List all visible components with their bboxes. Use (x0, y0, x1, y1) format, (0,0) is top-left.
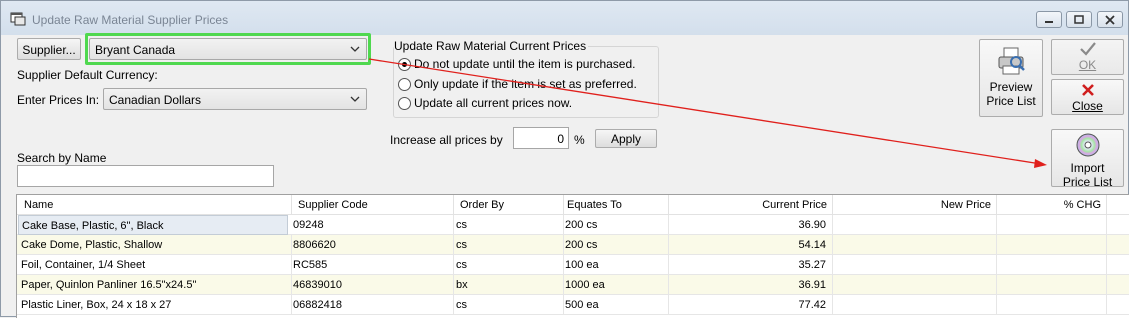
minimize-icon (1045, 21, 1053, 23)
cell-pct-chg (997, 235, 1107, 255)
cell-order-by[interactable]: cs (454, 215, 564, 235)
cell-supplier-code[interactable]: 09248 (292, 215, 454, 235)
cell-equates-to[interactable]: 200 cs (564, 235, 669, 255)
cell-pct-chg (997, 275, 1107, 295)
cell-new-price[interactable] (833, 255, 997, 275)
title-bar: Update Raw Material Supplier Prices (1, 1, 1128, 35)
cell-current-price[interactable]: 36.91 (669, 275, 833, 295)
cell-new-price[interactable] (833, 275, 997, 295)
cell-current-price[interactable]: 77.42 (669, 295, 833, 315)
col-header-current-price[interactable]: Current Price (669, 195, 833, 215)
cell-name[interactable]: Paper, Quinlon Panliner 16.5"x24.5" (17, 275, 292, 295)
close-icon (1105, 15, 1115, 25)
window-close-button[interactable] (1097, 11, 1123, 28)
table-row[interactable]: Cake Base, Plastic, 6", Black 09248 cs 2… (17, 215, 1129, 235)
col-header-name[interactable]: Name (17, 195, 292, 215)
cell-new-price[interactable] (833, 215, 997, 235)
window-icon (10, 12, 26, 26)
cell-pct-chg (997, 215, 1107, 235)
cell-new-price[interactable] (833, 295, 997, 315)
table-row[interactable]: Paper, Quinlon Panliner 16.5"x24.5" 4683… (17, 275, 1129, 295)
cell-current-price[interactable]: 36.90 (669, 215, 833, 235)
cell-order-by[interactable]: cs (454, 235, 564, 255)
cell-pct-chg (997, 295, 1107, 315)
cell-order-by[interactable]: cs (454, 295, 564, 315)
app-window: Update Raw Material Supplier Prices Supp… (0, 0, 1129, 318)
cell-supplier-code[interactable]: 8806620 (292, 235, 454, 255)
cell-order-by[interactable]: bx (454, 275, 564, 295)
cell-name[interactable]: Cake Base, Plastic, 6", Black (18, 215, 288, 235)
table-row[interactable]: Cake Dome, Plastic, Shallow 8806620 cs 2… (17, 235, 1129, 255)
col-header-new-price[interactable]: New Price (833, 195, 997, 215)
cell-supplier-code[interactable]: 46839010 (292, 275, 454, 295)
col-header-order-by[interactable]: Order By (454, 195, 564, 215)
col-header-pct-chg[interactable]: % CHG (997, 195, 1107, 215)
cell-current-price[interactable]: 54.14 (669, 235, 833, 255)
dialog-content: Supplier... Bryant Canada Supplier Defau… (1, 33, 1129, 318)
cell-name[interactable]: Foil, Container, 1/4 Sheet (17, 255, 292, 275)
cell-name[interactable]: Plastic Liner, Box, 24 x 18 x 27 (17, 295, 292, 315)
cell-new-price[interactable] (833, 235, 997, 255)
maximize-icon (1074, 15, 1084, 24)
cell-equates-to[interactable]: 500 ea (564, 295, 669, 315)
table-header: Name Supplier Code Order By Equates To C… (17, 195, 1129, 215)
table-row[interactable]: Foil, Container, 1/4 Sheet RC585 cs 100 … (17, 255, 1129, 275)
table-row[interactable]: Plastic Liner, Box, 24 x 18 x 27 0688241… (17, 295, 1129, 315)
cell-pct-chg (997, 255, 1107, 275)
cell-supplier-code[interactable]: RC585 (292, 255, 454, 275)
cell-equates-to[interactable]: 1000 ea (564, 275, 669, 295)
cell-order-by[interactable]: cs (454, 255, 564, 275)
cell-supplier-code[interactable]: 06882418 (292, 295, 454, 315)
window-title: Update Raw Material Supplier Prices (32, 13, 229, 27)
cell-equates-to[interactable]: 200 cs (564, 215, 669, 235)
minimize-button[interactable] (1036, 11, 1062, 28)
price-table: Name Supplier Code Order By Equates To C… (16, 194, 1129, 318)
col-header-supplier-code[interactable]: Supplier Code (292, 195, 454, 215)
col-header-equates-to[interactable]: Equates To (564, 195, 669, 215)
cell-current-price[interactable]: 35.27 (669, 255, 833, 275)
cell-equates-to[interactable]: 100 ea (564, 255, 669, 275)
cell-name[interactable]: Cake Dome, Plastic, Shallow (17, 235, 292, 255)
maximize-button[interactable] (1066, 11, 1092, 28)
